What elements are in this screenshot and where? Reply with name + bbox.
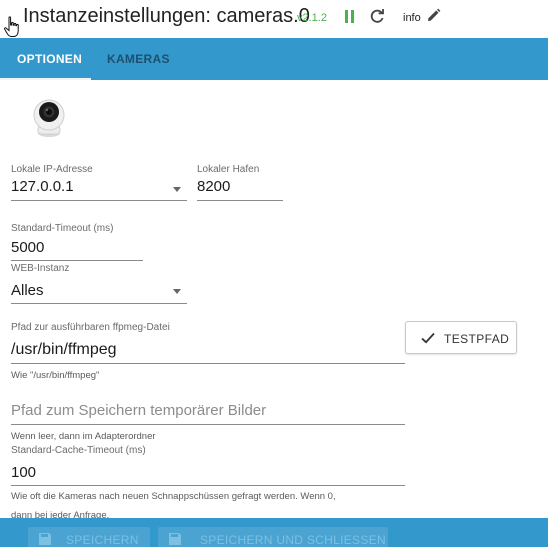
chevron-down-icon[interactable] — [173, 187, 181, 192]
cache-timeout-help-2: dann bei jeder Anfrage. — [11, 510, 110, 518]
timeout-input[interactable]: 5000 — [11, 239, 44, 256]
ffmpeg-path-help: Wie "/usr/bin/ffmpeg" — [11, 370, 100, 381]
save-close-button-label: SPEICHERN UND SCHLIESSEN — [200, 533, 386, 547]
local-ip-underline — [11, 200, 187, 201]
version-badge: v2.1.2 — [297, 12, 327, 24]
floppy-disk-icon — [39, 533, 51, 545]
ffmpeg-path-label: Pfad zur ausführbaren ffpmeg-Datei — [11, 322, 170, 333]
hand-cursor-icon — [4, 16, 19, 37]
temp-path-input[interactable]: Pfad zum Speichern temporärer Bilder — [11, 402, 266, 419]
tab-optionen[interactable]: OPTIONEN — [17, 52, 82, 66]
temp-path-help: Wenn leer, dann im Adapterordner — [11, 431, 156, 442]
pause-icon[interactable] — [344, 10, 355, 23]
ffmpeg-path-underline — [11, 363, 405, 364]
page-title: Instanzeinstellungen: cameras.0 — [23, 5, 310, 27]
chevron-down-icon[interactable] — [173, 289, 181, 294]
local-ip-select[interactable]: 127.0.0.1 — [11, 178, 74, 195]
web-instance-underline — [11, 303, 187, 304]
info-link[interactable]: info — [403, 12, 421, 24]
local-port-label: Lokaler Hafen — [197, 164, 260, 175]
footer-bar: SPEICHERN SPEICHERN UND SCHLIESSEN — [0, 518, 548, 547]
save-button-label: SPEICHERN — [66, 533, 139, 547]
local-port-input[interactable]: 8200 — [197, 178, 230, 195]
camera-logo-icon — [33, 99, 65, 137]
local-ip-label: Lokale IP-Adresse — [11, 164, 93, 175]
temp-path-underline — [11, 424, 405, 425]
test-path-button[interactable]: TESTPFAD — [405, 321, 517, 354]
web-instance-select[interactable]: Alles — [11, 282, 44, 299]
save-button[interactable]: SPEICHERN — [28, 527, 150, 547]
check-icon — [421, 332, 435, 344]
web-instance-label: WEB-Instanz — [11, 263, 70, 274]
test-path-button-label: TESTPFAD — [444, 332, 510, 346]
timeout-underline — [11, 260, 143, 261]
floppy-disk-icon — [169, 533, 181, 545]
ffmpeg-path-input[interactable]: /usr/bin/ffmpeg — [11, 341, 117, 359]
tab-kameras[interactable]: KAMERAS — [107, 52, 170, 66]
local-port-underline — [197, 200, 283, 201]
settings-form: Lokale IP-Adresse 127.0.0.1 Lokaler Hafe… — [0, 80, 548, 518]
cache-timeout-underline — [11, 485, 405, 486]
cache-timeout-label: Standard-Cache-Timeout (ms) — [11, 445, 146, 456]
pencil-icon[interactable] — [426, 8, 441, 23]
reload-icon[interactable] — [369, 8, 385, 24]
timeout-label: Standard-Timeout (ms) — [11, 223, 114, 234]
cache-timeout-help: Wie oft die Kameras nach neuen Schnappsc… — [11, 491, 336, 502]
title-bar: Instanzeinstellungen: cameras.0 v2.1.2 i… — [0, 0, 548, 38]
save-close-button[interactable]: SPEICHERN UND SCHLIESSEN — [158, 527, 388, 547]
tab-bar: OPTIONEN KAMERAS — [0, 38, 548, 80]
cache-timeout-input[interactable]: 100 — [11, 464, 36, 481]
